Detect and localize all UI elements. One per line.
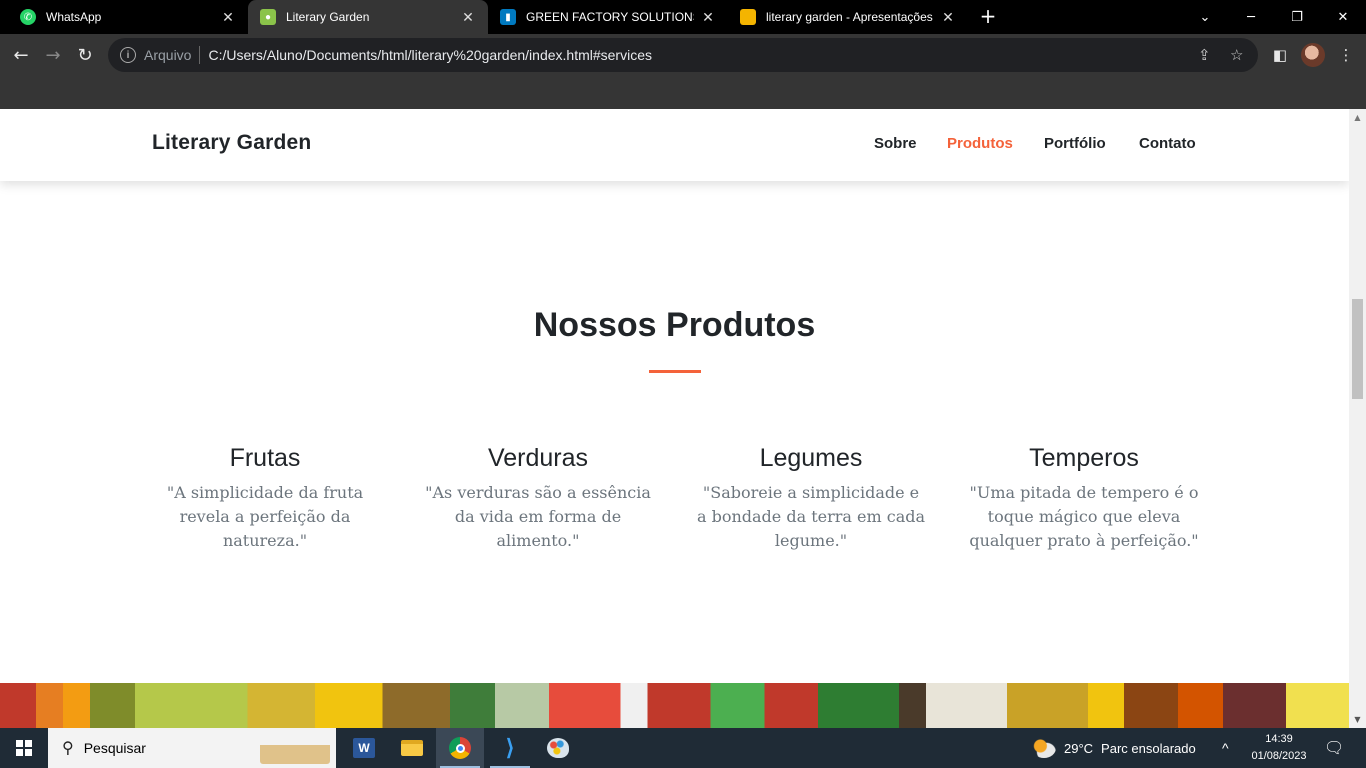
side-panel-icon[interactable]: ◧ [1268, 43, 1292, 67]
word-icon: W [353, 738, 375, 758]
start-button[interactable] [0, 728, 48, 768]
product-name: Verduras [487, 444, 589, 472]
minimize-button[interactable]: ─ [1228, 0, 1274, 34]
vscode-app-icon[interactable]: ⟩ [486, 728, 534, 768]
close-tab-icon[interactable]: ✕ [940, 9, 956, 26]
reload-button[interactable]: ↻ [70, 40, 100, 70]
folder-icon [401, 740, 423, 756]
portfolio-image-vegetables[interactable] [449, 683, 900, 728]
browser-tab-strip: ✆ WhatsApp ✕ ● Literary Garden ✕ ▮ GREEN… [0, 0, 1366, 34]
taskbar-search-box[interactable]: ⚲ Pesquisar [48, 728, 336, 768]
address-scheme-label: Arquivo [144, 47, 192, 63]
address-url[interactable]: C:/Users/Aluno/Documents/html/literary%2… [208, 47, 652, 63]
restore-button[interactable]: ❐ [1274, 0, 1320, 34]
windows-logo-icon [16, 740, 32, 756]
product-card-temperos: Temperos "Uma pitada de tempero é o toqu… [969, 444, 1199, 553]
slides-icon [740, 9, 756, 25]
vscode-icon: ⟩ [505, 735, 515, 760]
clock-time: 14:39 [1265, 733, 1293, 745]
search-icon: ⚲ [62, 740, 74, 757]
tab-whatsapp[interactable]: ✆ WhatsApp ✕ [8, 0, 248, 34]
tab-green-factory[interactable]: ▮ GREEN FACTORY SOLUTIONS | Tr ✕ [488, 0, 728, 34]
whatsapp-icon: ✆ [20, 9, 36, 25]
portfolio-image-market[interactable] [899, 683, 1349, 728]
scroll-up-arrow-icon[interactable]: ▲ [1349, 109, 1366, 126]
notifications-icon[interactable]: 🗨 [1324, 728, 1344, 768]
product-name: Frutas [229, 444, 301, 472]
tab-title: literary garden - Apresentações G [766, 10, 934, 24]
share-icon[interactable]: ⇪ [1198, 46, 1211, 64]
file-explorer-app-icon[interactable] [388, 728, 436, 768]
forward-button[interactable]: → [38, 40, 68, 70]
info-icon[interactable]: i [120, 47, 136, 63]
taskbar-clock[interactable]: 14:39 01/08/2023 [1240, 731, 1318, 765]
weather-widget[interactable]: 29°C Parc ensolarado [1032, 728, 1196, 768]
nav-link-portfolio[interactable]: Portfólio [1044, 135, 1106, 152]
product-description: "As verduras são a essência da vida em f… [425, 483, 651, 550]
close-tab-icon[interactable]: ✕ [700, 9, 716, 26]
menu-kebab-icon[interactable]: ⋮ [1334, 43, 1358, 67]
portfolio-image-fruits[interactable] [0, 683, 450, 728]
nav-link-sobre[interactable]: Sobre [874, 135, 917, 152]
product-name: Legumes [759, 444, 863, 472]
close-window-button[interactable]: ✕ [1320, 0, 1366, 34]
bookmark-star-icon[interactable]: ☆ [1230, 46, 1243, 64]
site-brand[interactable]: Literary Garden [152, 131, 311, 155]
paint-app-icon[interactable] [534, 728, 582, 768]
new-tab-button[interactable]: + [976, 4, 1000, 30]
tab-title: Literary Garden [286, 10, 370, 24]
product-card-legumes: Legumes "Saboreie a simplicidade e a bon… [696, 444, 926, 553]
weather-sun-cloud-icon [1032, 738, 1056, 758]
product-card-verduras: Verduras "As verduras são a essência da … [423, 444, 653, 553]
chrome-icon [449, 737, 471, 759]
page-top-band [0, 76, 1366, 109]
section-divider [649, 370, 701, 373]
trello-icon: ▮ [500, 9, 516, 25]
back-button[interactable]: ← [6, 40, 36, 70]
product-name: Temperos [1029, 444, 1139, 472]
tab-title: WhatsApp [46, 10, 102, 24]
scroll-down-arrow-icon[interactable]: ▼ [1349, 711, 1366, 728]
close-tab-icon[interactable]: ✕ [220, 9, 236, 26]
palette-icon [547, 738, 569, 758]
taskbar-search-placeholder: Pesquisar [83, 740, 146, 756]
chrome-app-icon[interactable] [436, 728, 484, 768]
profile-avatar[interactable] [1301, 43, 1325, 67]
site-navbar: Literary Garden Sobre Produtos Portfólio… [0, 109, 1349, 181]
product-card-frutas: Frutas "A simplicidade da fruta revela a… [150, 444, 380, 553]
nav-link-contato[interactable]: Contato [1139, 135, 1196, 152]
tab-search-icon[interactable]: ⌄ [1182, 0, 1228, 34]
weather-temperature: 29°C [1064, 740, 1094, 756]
browser-toolbar: ← → ↻ i Arquivo C:/Users/Aluno/Documents… [0, 34, 1366, 76]
windows-taskbar: ⚲ Pesquisar W ⟩ 29°C Parc ensolarado ^ 1… [0, 728, 1366, 768]
address-separator [199, 46, 201, 64]
word-app-icon[interactable]: W [340, 728, 388, 768]
portfolio-gallery [0, 683, 1349, 728]
tab-title: GREEN FACTORY SOLUTIONS | Tr [526, 10, 694, 24]
show-hidden-icons-chevron-icon[interactable]: ^ [1222, 728, 1229, 768]
clock-date: 01/08/2023 [1251, 750, 1307, 762]
address-bar[interactable]: i Arquivo C:/Users/Aluno/Documents/html/… [108, 38, 1258, 72]
scrollbar-thumb[interactable] [1352, 299, 1363, 399]
page-viewport: Literary Garden Sobre Produtos Portfólio… [0, 109, 1349, 728]
nav-link-produtos[interactable]: Produtos [947, 135, 1013, 152]
search-highlight-icon [260, 732, 330, 764]
page-icon: ● [260, 9, 276, 25]
section-title: Nossos Produtos [533, 306, 816, 344]
tab-slides[interactable]: literary garden - Apresentações G ✕ [728, 0, 968, 34]
product-description: "A simplicidade da fruta revela a perfei… [166, 483, 364, 550]
product-description: "Saboreie a simplicidade e a bondade da … [696, 483, 926, 550]
page-scrollbar[interactable]: ▲ ▼ [1349, 109, 1366, 728]
product-description: "Uma pitada de tempero é o toque mágico … [969, 483, 1199, 550]
weather-condition: Parc ensolarado [1101, 740, 1196, 756]
tab-literary-garden[interactable]: ● Literary Garden ✕ [248, 0, 488, 34]
close-tab-icon[interactable]: ✕ [460, 9, 476, 26]
